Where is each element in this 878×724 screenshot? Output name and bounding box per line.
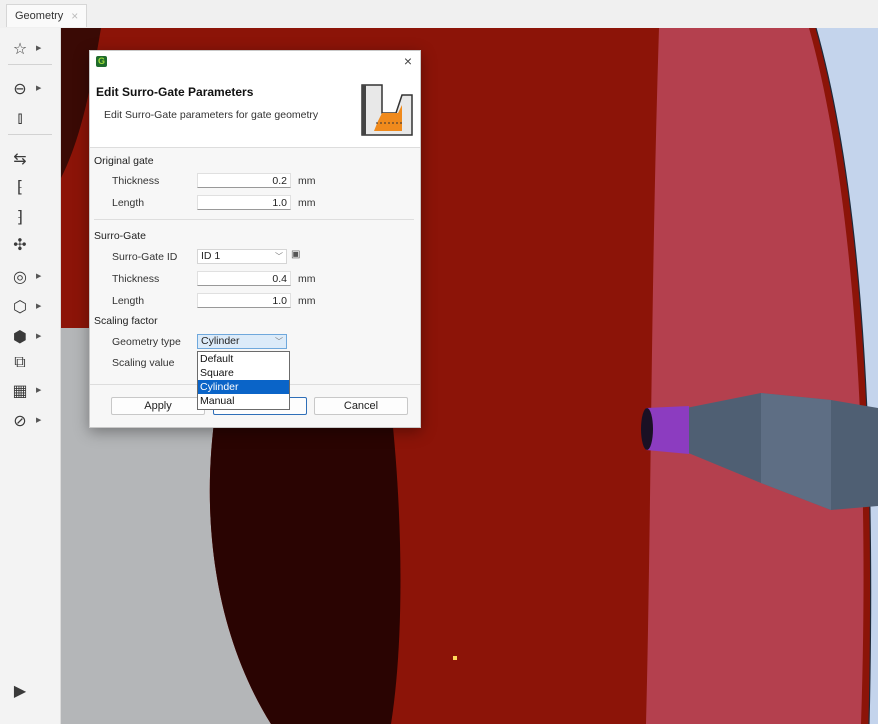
dialog-header: Edit Surro-Gate Parameters Edit Surro-Ga… (90, 73, 420, 148)
tool-point-add-button[interactable]: ✣ (8, 232, 52, 256)
chevron-down-icon: ﹀ (275, 252, 283, 261)
scaling-value-label: Scaling value (112, 357, 175, 369)
dialog-title: Edit Surro-Gate Parameters (96, 85, 254, 99)
submenu-arrow-icon[interactable]: ▶ (36, 302, 41, 310)
submenu-arrow-icon[interactable]: ▶ (36, 332, 41, 340)
chevron-down-icon: ﹀ (275, 337, 283, 346)
tool-cube-add-button[interactable]: ⬡ ▶ (8, 294, 52, 318)
surro-length-unit: mm (298, 295, 316, 307)
surro-gate-id-value: ID 1 (201, 250, 221, 262)
original-thickness-label: Thickness (112, 175, 160, 187)
geometry-type-dropdown: Default Square Cylinder Manual (197, 351, 290, 410)
surro-gate-id-label: Surro-Gate ID (112, 251, 178, 263)
surro-gate-dialog: G × Edit Surro-Gate Parameters Edit Surr… (89, 50, 421, 428)
tool-cad-button[interactable]: ⇆ (8, 146, 52, 170)
close-icon[interactable]: × (404, 53, 412, 69)
point-add-icon: ✣ (13, 234, 27, 254)
target-icon: ◎ (13, 266, 27, 286)
scaling-factor-section-label: Scaling factor (94, 315, 158, 327)
apply-button[interactable]: Apply (111, 397, 205, 415)
submenu-arrow-icon[interactable]: ▶ (36, 416, 41, 424)
original-thickness-unit: mm (298, 175, 316, 187)
gate-geometry-icon (356, 81, 414, 139)
run-icon: ▶ (13, 680, 27, 700)
tool-gate-add-button[interactable]: ⁆ (8, 204, 52, 228)
tag-icon: ⊘ (13, 410, 27, 430)
add-gate-cube-icon[interactable]: ▣ (291, 249, 305, 263)
tool-cube-edit-button[interactable]: ⬢ ▶ (8, 324, 52, 348)
tool-tag-button[interactable]: ⊘ ▶ (8, 408, 52, 432)
cube-edit-icon: ⬢ (13, 326, 27, 346)
surro-thickness-label: Thickness (112, 273, 160, 285)
tool-gate-in-button[interactable]: ⁅ (8, 174, 52, 198)
submenu-arrow-icon[interactable]: ▶ (36, 272, 41, 280)
toolbar-separator (8, 134, 52, 135)
submenu-arrow-icon[interactable]: ▶ (36, 44, 41, 52)
tab-bar: Geometry × (0, 0, 878, 29)
copy-icon: ⧉ (14, 352, 26, 371)
original-gate-section-label: Original gate (94, 155, 154, 167)
dialog-titlebar: G × (90, 51, 420, 73)
option-cylinder[interactable]: Cylinder (198, 380, 289, 394)
tool-run-button[interactable]: ▶ (8, 678, 52, 702)
geometry-type-select[interactable]: Cylinder ﹀ (197, 334, 287, 349)
tab-label: Geometry (15, 10, 64, 22)
hatch-icon: ▦ (12, 380, 28, 400)
toolbar-separator (8, 64, 52, 65)
submenu-arrow-icon[interactable]: ▶ (36, 386, 41, 394)
tab-geometry[interactable]: Geometry × (6, 4, 88, 27)
surro-length-input[interactable]: 1.0 (197, 293, 291, 308)
surro-gate-section-label: Surro-Gate (94, 230, 146, 242)
geometry-type-label: Geometry type (112, 336, 181, 348)
tool-target-button[interactable]: ◎ ▶ (8, 264, 52, 288)
section-divider (94, 219, 414, 220)
option-manual[interactable]: Manual (198, 394, 289, 408)
favorites-icon: ☆ (12, 38, 28, 58)
split-icon: ⫾ (17, 108, 23, 127)
original-length-input[interactable]: 1.0 (197, 195, 291, 210)
tool-copy-button[interactable]: ⧉ (8, 350, 52, 374)
cube-add-icon: ⬡ (13, 296, 27, 316)
original-length-label: Length (112, 197, 145, 209)
marker-point (453, 656, 457, 660)
tool-favorites-button[interactable]: ☆ ▶ (8, 36, 52, 60)
tool-split-button[interactable]: ⫾ (8, 106, 52, 130)
gate-add-icon: ⁆ (16, 206, 24, 226)
surro-length-label: Length (112, 295, 145, 307)
tool-hatch-button[interactable]: ▦ ▶ (8, 378, 52, 402)
highlight-region (646, 28, 864, 724)
close-tab-icon[interactable]: × (71, 9, 78, 23)
cancel-button[interactable]: Cancel (314, 397, 408, 415)
geometry-type-value: Cylinder (201, 335, 240, 347)
shape-icon: ⊖ (13, 78, 27, 98)
app-logo-icon: G (96, 56, 107, 67)
cad-icon: ⇆ (13, 148, 27, 168)
submenu-arrow-icon[interactable]: ▶ (36, 84, 41, 92)
surro-gate-id-select[interactable]: ID 1 ﹀ (197, 249, 287, 264)
original-length-unit: mm (298, 197, 316, 209)
option-square[interactable]: Square (198, 366, 289, 380)
dialog-subtitle: Edit Surro-Gate parameters for gate geom… (104, 109, 319, 121)
original-thickness-input[interactable]: 0.2 (197, 173, 291, 188)
surro-thickness-unit: mm (298, 273, 316, 285)
tool-shape-button[interactable]: ⊖ ▶ (8, 76, 52, 100)
left-toolbar: ☆ ▶ ⊖ ▶ ⫾ ⇆ ⁅ ⁆ ✣ ◎ ▶ ⬡ ▶ ⬢ ▶ ⧉ ▦ ▶ ⊘ ▶ ▶ (0, 28, 61, 724)
option-default[interactable]: Default (198, 352, 289, 366)
gate-in-icon: ⁅ (16, 176, 24, 196)
surro-thickness-input[interactable]: 0.4 (197, 271, 291, 286)
